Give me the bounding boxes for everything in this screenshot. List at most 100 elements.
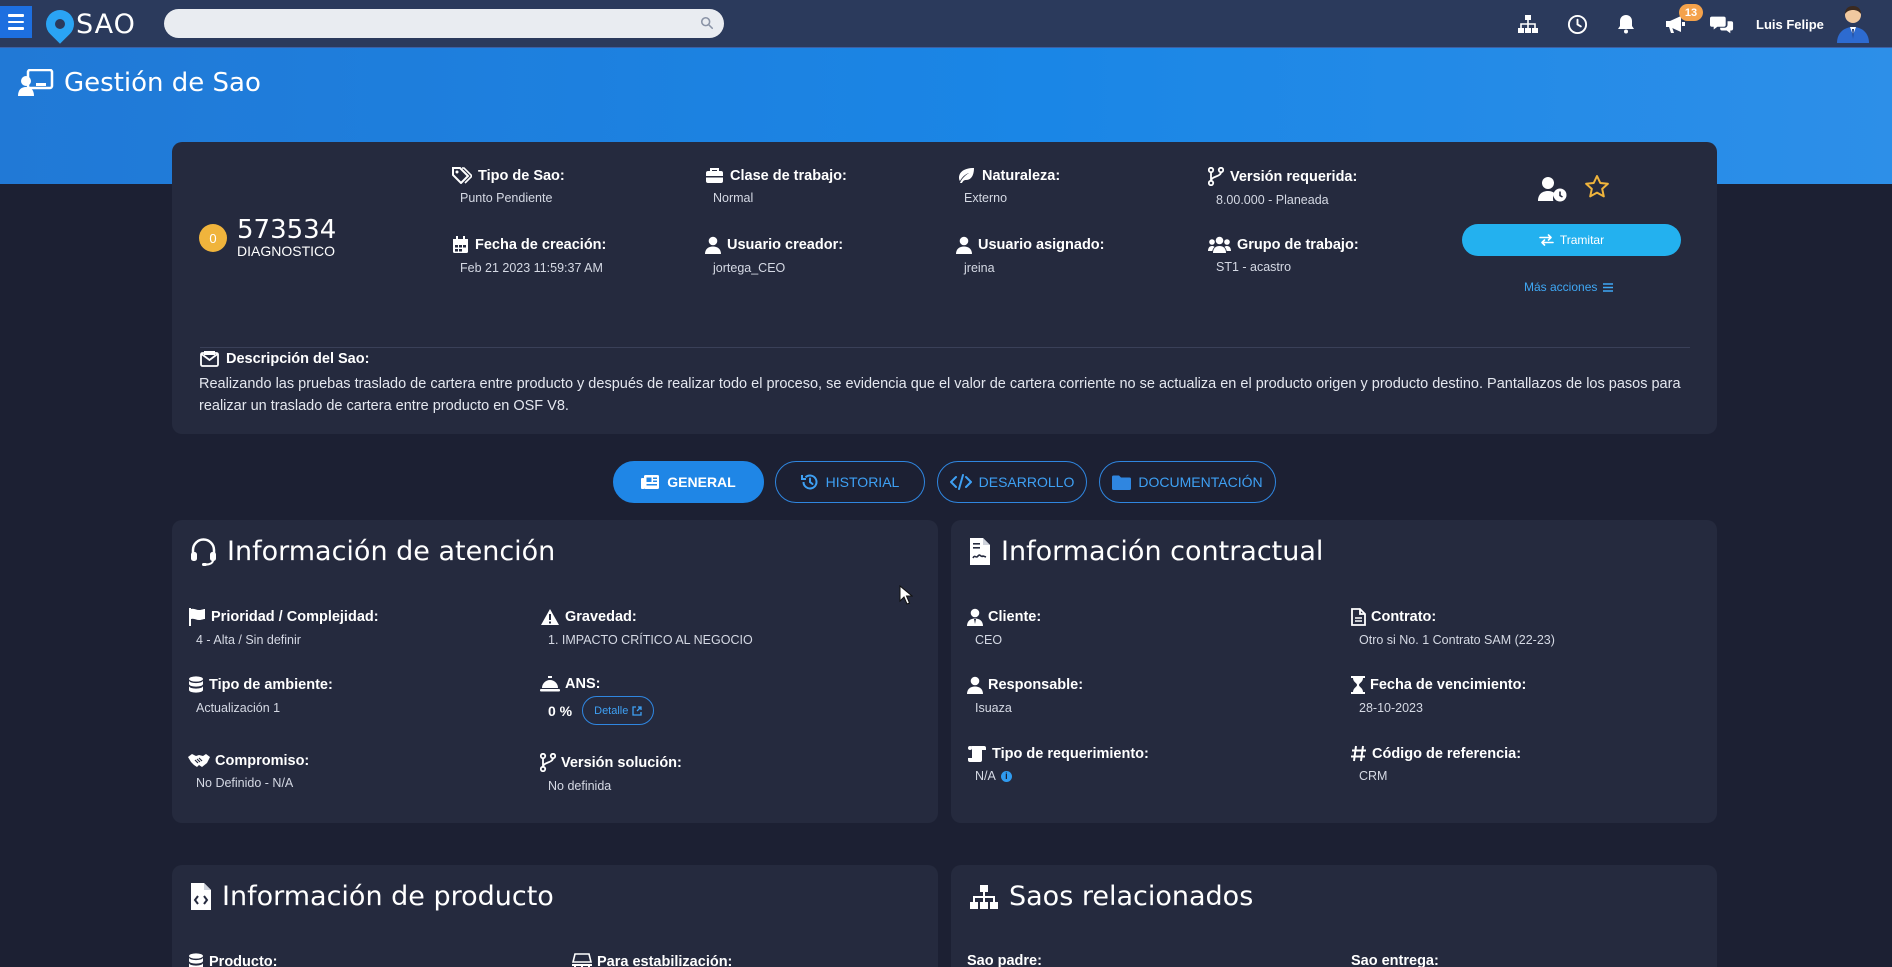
tab-historial[interactable]: HISTORIAL (775, 461, 925, 503)
field-usuario-creador: Usuario creador: jortega_CEO (705, 236, 843, 275)
producto-card: Información de producto Producto: Para e… (172, 865, 938, 967)
sao-header: 0 573534 DIAGNOSTICO (199, 217, 336, 259)
bell-icon[interactable] (1614, 12, 1638, 36)
folder-icon (1112, 475, 1132, 490)
hashtag-icon (1351, 745, 1366, 762)
field-version-requerida: Versión requerida: 8.00.000 - Planeada (1208, 167, 1357, 207)
file-code-icon (191, 883, 211, 910)
detalle-label: Detalle (594, 704, 629, 717)
ans-label: ANS: (565, 676, 601, 692)
relacionados-title: Saos relacionados (969, 881, 1253, 912)
page-title: Gestión de Sao (18, 68, 261, 98)
notification-badge: 13 (1679, 4, 1703, 21)
responsable-value: Isuaza (975, 701, 1012, 715)
user-icon (956, 236, 972, 254)
field-gravedad: Gravedad: 1. IMPACTO CRÍTICO AL NEGOCIO (540, 608, 753, 647)
envelope-icon (200, 351, 219, 367)
field-naturaleza: Naturaleza: Externo (956, 167, 1060, 205)
mas-acciones-link[interactable]: Más acciones (1524, 280, 1614, 294)
user-clock-icon[interactable] (1538, 176, 1568, 202)
producto-title: Información de producto (190, 881, 554, 912)
atencion-title-text: Información de atención (227, 536, 556, 567)
detalle-button[interactable]: Detalle (582, 696, 655, 725)
sitemap-icon (970, 884, 998, 909)
usuario-creador-label: Usuario creador: (727, 237, 844, 253)
briefcase-icon (706, 168, 723, 183)
compromiso-value: No Definido - N/A (196, 776, 294, 790)
tab-general[interactable]: GENERAL (613, 461, 764, 503)
tab-desarrollo-label: DESARROLLO (978, 474, 1075, 490)
handshake-icon (188, 754, 210, 767)
user-icon (705, 236, 721, 254)
field-codigo-referencia: Código de referencia: CRM (1351, 745, 1521, 783)
calendar-icon (453, 236, 468, 253)
clock-icon[interactable] (1565, 12, 1589, 36)
divider (200, 347, 1690, 348)
chat-icon[interactable] (1710, 12, 1734, 36)
search-input[interactable] (164, 9, 724, 38)
app-logo[interactable]: SAO (40, 4, 136, 44)
code-branch-icon (540, 753, 556, 772)
contrato-label: Contrato: (1371, 609, 1437, 625)
avatar[interactable] (1836, 5, 1870, 43)
gravedad-value: 1. IMPACTO CRÍTICO AL NEGOCIO (548, 633, 753, 647)
tab-documentacion[interactable]: DOCUMENTACIÓN (1099, 461, 1276, 503)
relacionados-title-text: Saos relacionados (1009, 881, 1254, 912)
description-label: Descripción del Sao: (200, 351, 369, 367)
exchange-icon (1539, 234, 1554, 246)
warning-icon (541, 609, 559, 625)
tramitar-button[interactable]: Tramitar (1462, 224, 1681, 256)
tags-icon (452, 167, 472, 184)
field-tipo-requerimiento: Tipo de requerimiento: N/A i (967, 745, 1149, 783)
field-compromiso: Compromiso: No Definido - N/A (188, 753, 309, 790)
search-icon[interactable] (700, 16, 714, 30)
fecha-vencimiento-value: 28-10-2023 (1359, 701, 1423, 715)
user-tie-icon (967, 608, 983, 626)
leaf-icon (959, 168, 974, 183)
user-presentation-icon (18, 69, 54, 96)
history-icon (800, 474, 818, 490)
field-estabilizacion: Para estabilización: (572, 953, 732, 967)
page-title-text: Gestión de Sao (64, 68, 261, 98)
contractual-title: Información contractual (969, 536, 1323, 567)
tab-general-label: GENERAL (667, 474, 736, 490)
top-navbar: SAO 13 Luis Felipe (0, 0, 1892, 48)
compromiso-label: Compromiso: (215, 753, 310, 769)
field-ans: ANS: 0 % Detalle (540, 676, 655, 725)
grupo-de-trabajo-value: ST1 - acastro (1216, 260, 1292, 274)
estabilizacion-label: Para estabilización: (597, 953, 733, 967)
sitemap-icon[interactable] (1516, 12, 1540, 36)
field-clase-de-trabajo: Clase de trabajo: Normal (705, 167, 847, 205)
star-icon[interactable] (1584, 174, 1610, 200)
gravedad-label: Gravedad: (565, 609, 637, 625)
users-icon (1208, 236, 1231, 253)
cliente-value: CEO (975, 633, 1003, 647)
bell-concierge-icon (540, 676, 560, 692)
tipo-requerimiento-label: Tipo de requerimiento: (992, 745, 1149, 762)
atencion-card: Información de atención Prioridad / Comp… (172, 520, 938, 823)
scroll-icon (968, 746, 986, 762)
field-cliente: Cliente: CEO (967, 608, 1041, 647)
mas-acciones-label: Más acciones (1524, 280, 1598, 294)
producto-label: Producto: (209, 954, 278, 967)
tab-desarrollo[interactable]: DESARROLLO (937, 461, 1087, 503)
hourglass-icon (1351, 676, 1365, 694)
naturaleza-value: Externo (964, 191, 1008, 205)
field-fecha-de-creacion: Fecha de creación: Feb 21 2023 11:59:37 … (452, 236, 606, 275)
clase-de-trabajo-label: Clase de trabajo: (730, 167, 847, 184)
field-fecha-vencimiento: Fecha de vencimiento: 28-10-2023 (1351, 676, 1526, 715)
field-producto: Producto: (188, 953, 277, 967)
info-icon[interactable]: i (1000, 770, 1012, 782)
field-grupo-de-trabajo: Grupo de trabajo: ST1 - acastro (1208, 236, 1359, 274)
version-solucion-label: Versión solución: (561, 754, 682, 771)
grupo-de-trabajo-label: Grupo de trabajo: (1237, 236, 1359, 253)
field-sao-entrega: Sao entrega: (1351, 953, 1439, 967)
field-usuario-asignado: Usuario asignado: jreina (956, 236, 1105, 275)
tipo-de-sao-label: Tipo de Sao: (478, 167, 565, 184)
fecha-vencimiento-label: Fecha de vencimiento: (1370, 677, 1527, 693)
contrato-value: Otro si No. 1 Contrato SAM (22-23) (1359, 633, 1555, 647)
menu-icon[interactable] (0, 6, 32, 38)
sao-summary-card: 0 573534 DIAGNOSTICO Tipo de Sao: Punto … (172, 142, 1717, 434)
user-name[interactable]: Luis Felipe (1756, 17, 1824, 32)
usuario-asignado-label: Usuario asignado: (978, 237, 1105, 253)
